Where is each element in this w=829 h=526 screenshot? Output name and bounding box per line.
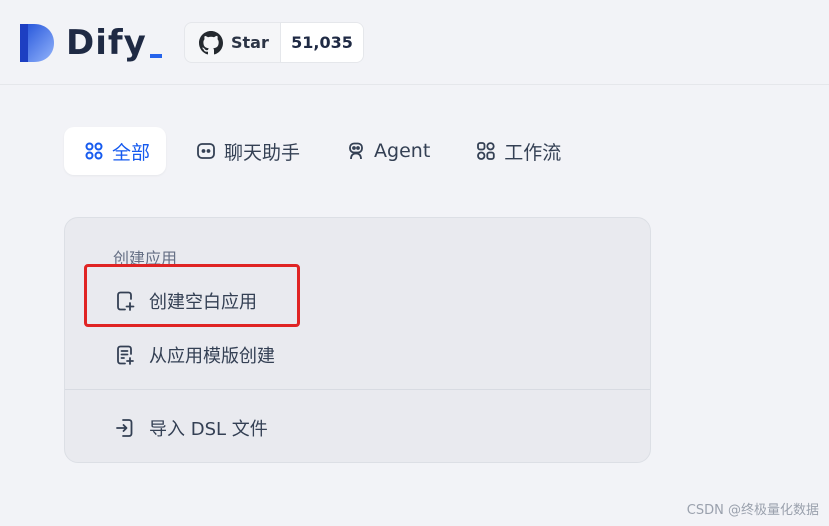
import-icon [113,416,137,440]
github-icon [199,30,223,54]
tab-agent[interactable]: Agent [326,127,446,175]
tab-label: 聊天助手 [224,141,301,164]
import-dsl-label: 导入 DSL 文件 [149,419,268,440]
github-star-label-box[interactable]: Star [185,23,280,62]
watermark: CSDN @终极量化数据 [686,503,819,518]
tab-label: Agent [374,140,431,162]
github-star-button[interactable]: Star 51,035 [184,22,364,63]
top-header: Dify Star 51,035 [0,0,829,85]
tab-label: 工作流 [504,141,562,164]
github-star-count: 51,035 [280,23,363,62]
create-app-card: 创建应用 创建空白应用 从应用模版创建 导入 DSL 文件 [64,217,651,463]
tab-chatbot[interactable]: 聊天助手 [176,127,316,175]
create-from-template-button[interactable]: 从应用模版创建 [113,342,275,368]
github-star-text: Star [231,33,269,52]
robot-icon [346,141,366,161]
tab-all[interactable]: 全部 [64,127,167,175]
tab-workflow[interactable]: 工作流 [456,127,577,175]
app-type-tabs: 全部 聊天助手 Agent 工作流 [64,127,587,175]
card-divider [65,389,650,390]
create-from-template-label: 从应用模版创建 [149,346,275,367]
grid-icon [84,141,104,161]
import-dsl-button[interactable]: 导入 DSL 文件 [113,415,268,441]
workflow-icon [476,141,496,161]
template-icon [113,343,137,367]
dify-logo[interactable]: Dify [18,21,162,65]
tab-label: 全部 [112,141,151,164]
logo-text: Dify [66,23,147,63]
logo-underscore [149,54,162,58]
highlight-annotation-box [84,264,300,327]
dify-logo-icon [20,24,54,62]
chat-bot-icon [196,141,216,161]
